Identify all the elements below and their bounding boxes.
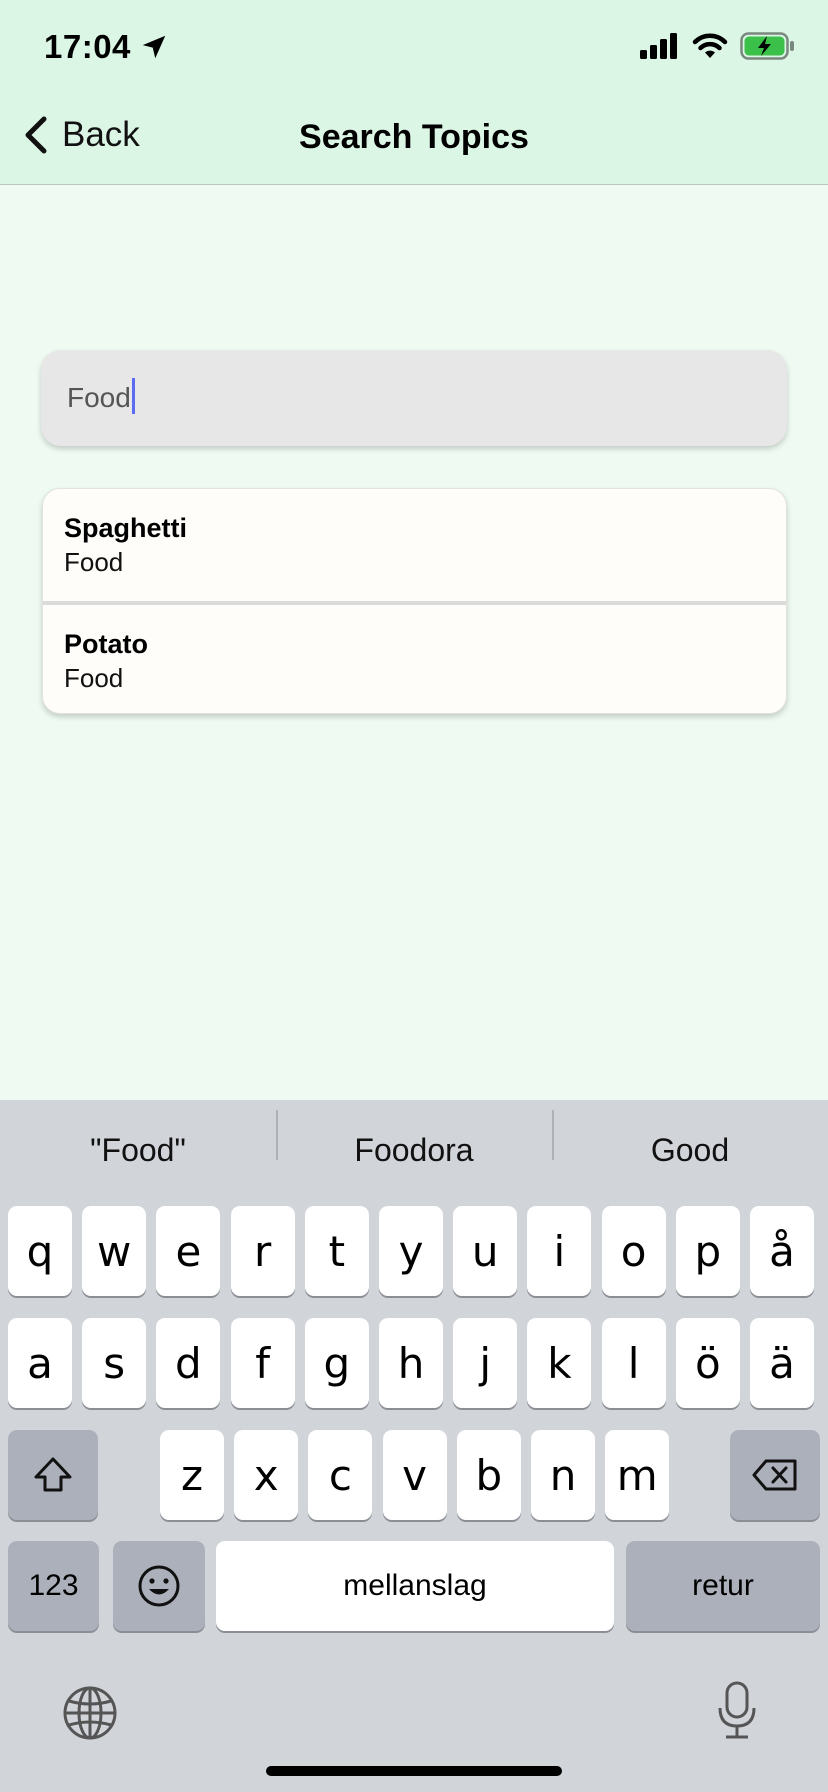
key-b[interactable]: b — [456, 1430, 521, 1520]
key-r[interactable]: r — [230, 1206, 295, 1296]
result-subtitle: Food — [64, 663, 124, 693]
suggestion-item[interactable]: "Food" — [0, 1132, 276, 1169]
key-z[interactable]: z — [160, 1430, 224, 1520]
wifi-icon — [692, 33, 728, 58]
key-y[interactable]: y — [379, 1206, 443, 1296]
result-item-potato[interactable]: Potato Food — [43, 601, 786, 713]
key-m[interactable]: m — [605, 1430, 670, 1520]
home-indicator — [266, 1766, 562, 1776]
key-q[interactable]: q — [8, 1206, 72, 1296]
key-o[interactable]: o — [601, 1206, 666, 1296]
signal-icon — [640, 33, 677, 59]
key-ä[interactable]: ä — [750, 1318, 814, 1408]
key-d[interactable]: d — [156, 1318, 221, 1408]
result-title: Spaghetti — [64, 513, 188, 543]
key-g[interactable]: g — [304, 1318, 369, 1408]
return-key[interactable]: retur — [626, 1541, 820, 1631]
navigation-header: 17:04 Back Search Topics — [0, 0, 828, 185]
results-list: Spaghetti Food Potato Food — [42, 488, 787, 714]
key-c[interactable]: c — [308, 1430, 373, 1520]
key-f[interactable]: f — [230, 1318, 295, 1408]
suggestion-bar: "Food" Foodora Good — [0, 1100, 828, 1200]
location-arrow-icon — [142, 35, 166, 59]
page-title: Search Topics — [299, 118, 529, 156]
key-s[interactable]: s — [82, 1318, 147, 1408]
key-l[interactable]: l — [601, 1318, 666, 1408]
result-subtitle: Food — [64, 547, 124, 577]
result-title: Potato — [64, 629, 148, 659]
key-a[interactable]: a — [8, 1318, 72, 1408]
status-time: 17:04 — [44, 28, 169, 66]
result-item-spaghetti[interactable]: Spaghetti Food — [43, 489, 786, 601]
space-key[interactable]: mellanslag — [216, 1541, 614, 1631]
key-p[interactable]: p — [675, 1206, 740, 1296]
key-u[interactable]: u — [453, 1206, 518, 1296]
emoji-icon — [138, 1565, 180, 1607]
microphone-icon[interactable] — [714, 1680, 760, 1742]
suggestion-item[interactable]: Foodora — [276, 1109, 552, 1169]
status-time-text: 17:04 — [44, 28, 131, 65]
search-input-value: Food — [67, 382, 131, 413]
key-x[interactable]: x — [234, 1430, 299, 1520]
key-i[interactable]: i — [527, 1206, 592, 1296]
battery-charging-icon — [740, 32, 794, 60]
text-cursor — [131, 378, 135, 414]
globe-icon[interactable] — [62, 1685, 118, 1741]
key-å[interactable]: å — [750, 1206, 814, 1296]
key-j[interactable]: j — [453, 1318, 518, 1408]
key-t[interactable]: t — [304, 1206, 369, 1296]
backspace-key[interactable] — [730, 1430, 820, 1520]
key-e[interactable]: e — [156, 1206, 221, 1296]
status-icons — [640, 32, 796, 60]
backspace-icon — [752, 1459, 797, 1491]
key-h[interactable]: h — [379, 1318, 443, 1408]
key-k[interactable]: k — [527, 1318, 592, 1408]
key-n[interactable]: n — [531, 1430, 595, 1520]
key-w[interactable]: w — [82, 1206, 147, 1296]
emoji-key[interactable] — [113, 1541, 205, 1631]
shift-icon — [34, 1457, 72, 1492]
numbers-key[interactable]: 123 — [8, 1541, 99, 1631]
suggestion-item[interactable]: Good — [552, 1109, 828, 1169]
key-ö[interactable]: ö — [675, 1318, 740, 1408]
shift-key[interactable] — [8, 1430, 98, 1520]
key-v[interactable]: v — [382, 1430, 447, 1520]
search-input[interactable]: Food — [41, 350, 787, 446]
